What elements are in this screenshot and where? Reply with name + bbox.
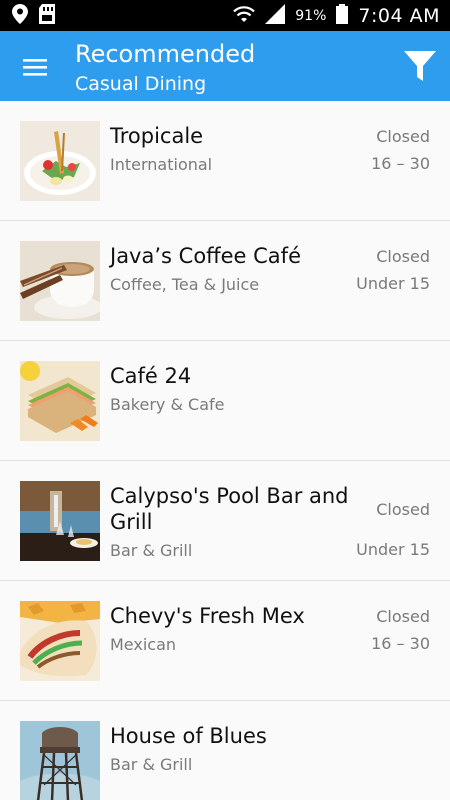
restaurant-name: Tropicale — [110, 124, 204, 148]
restaurant-name: Chevy's Fresh Mex — [110, 604, 305, 628]
battery-icon — [336, 3, 349, 28]
filter-funnel-icon — [404, 51, 436, 81]
price-range: Under 15 — [356, 540, 430, 559]
open-status: Closed — [376, 247, 430, 266]
restaurant-category: Bakery & Cafe — [110, 395, 225, 414]
sd-card-icon — [38, 3, 56, 28]
status-left-icons — [12, 3, 56, 28]
restaurant-thumbnail — [20, 601, 100, 681]
wifi-icon — [233, 5, 256, 27]
status-right-icons: 91% 7:04 AM — [233, 3, 440, 28]
restaurant-name: Java’s Coffee Café — [110, 244, 301, 268]
battery-percent: 91% — [295, 7, 327, 24]
restaurant-thumbnail — [20, 481, 100, 561]
restaurant-thumbnail — [20, 721, 100, 800]
open-status: Closed — [376, 127, 430, 146]
restaurant-item[interactable]: Chevy's Fresh Mex Mexican Closed 16 – 30 — [0, 581, 450, 701]
restaurant-category: Mexican — [110, 635, 177, 654]
water-tower-image — [20, 721, 100, 800]
filter-button[interactable] — [402, 48, 438, 84]
title-group: Recommended Casual Dining — [75, 40, 255, 97]
status-time: 7:04 AM — [358, 4, 440, 27]
price-range: Under 15 — [356, 274, 430, 293]
restaurant-item[interactable]: Tropicale International Closed 16 – 30 — [0, 101, 450, 221]
page-title: Recommended — [75, 40, 256, 68]
signal-icon — [265, 3, 286, 28]
restaurant-name: House of Blues — [110, 724, 267, 748]
restaurant-category: International — [110, 155, 213, 174]
restaurant-thumbnail — [20, 121, 100, 201]
restaurant-thumbnail — [20, 361, 100, 441]
restaurant-item[interactable]: Java’s Coffee Café Coffee, Tea & Juice C… — [0, 221, 450, 341]
price-range: 16 – 30 — [371, 154, 430, 173]
restaurant-item[interactable]: Café 24 Bakery & Cafe — [0, 341, 450, 461]
sandwich-image — [20, 361, 100, 441]
restaurant-item[interactable]: Calypso's Pool Bar and Grill Bar & Grill… — [0, 461, 450, 581]
restaurant-item[interactable]: House of Blues Bar & Grill — [0, 701, 450, 800]
menu-button[interactable] — [18, 53, 52, 81]
restaurant-thumbnail — [20, 241, 100, 321]
restaurant-category: Coffee, Tea & Juice — [110, 275, 260, 294]
hamburger-menu-icon — [23, 59, 47, 76]
status-bar: 91% 7:04 AM — [0, 0, 450, 31]
salad-plate-image — [20, 121, 100, 201]
restaurant-category: Bar & Grill — [110, 541, 193, 560]
poolside-table-image — [20, 481, 100, 561]
burrito-wrap-image — [20, 601, 100, 681]
restaurant-name: Café 24 — [110, 364, 192, 388]
coffee-cup-image — [20, 241, 100, 321]
location-icon — [12, 3, 28, 28]
restaurant-category: Bar & Grill — [110, 755, 193, 774]
open-status: Closed — [376, 607, 430, 626]
page-subtitle: Casual Dining — [75, 73, 207, 95]
open-status: Closed — [376, 500, 430, 519]
app-bar: Recommended Casual Dining — [0, 31, 450, 101]
restaurant-name: Calypso's Pool Bar and Grill — [110, 484, 349, 534]
price-range: 16 – 30 — [371, 634, 430, 653]
restaurant-list: Tropicale International Closed 16 – 30 J… — [0, 101, 450, 800]
